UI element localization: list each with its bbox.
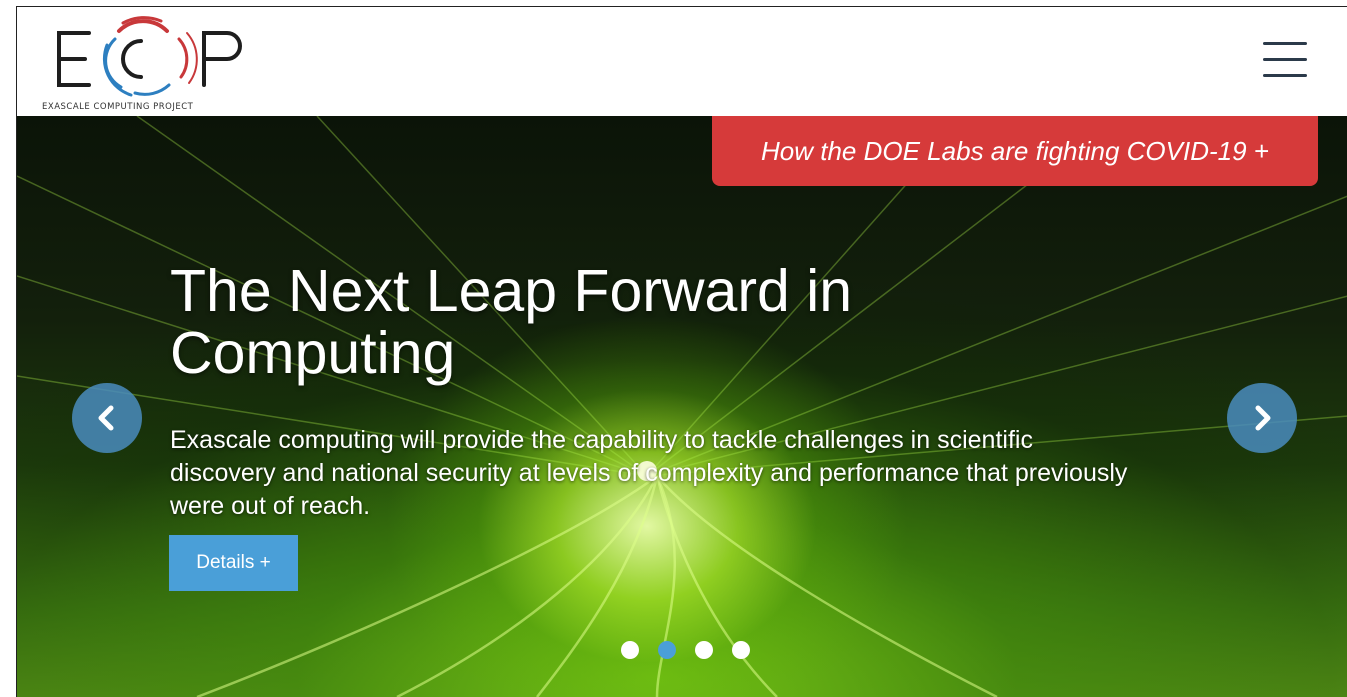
carousel-prev-button[interactable] — [72, 383, 142, 453]
chevron-left-icon — [98, 405, 114, 431]
hamburger-menu-icon[interactable] — [1263, 42, 1309, 78]
carousel-dot-2[interactable] — [658, 641, 676, 659]
chevron-right-icon — [1255, 405, 1271, 431]
details-button[interactable]: Details + — [169, 535, 298, 591]
covid-banner-link[interactable]: How the DOE Labs are fighting COVID-19 + — [712, 116, 1318, 186]
hero-description: Exascale computing will provide the capa… — [170, 426, 1128, 520]
logo-tagline: EXASCALE COMPUTING PROJECT — [42, 102, 194, 112]
page-frame: EXASCALE COMPUTING PROJECT How the DOE L… — [16, 6, 1347, 697]
hero-background-streaks — [17, 116, 1347, 697]
carousel-dot-4[interactable] — [732, 641, 750, 659]
hero-carousel: How the DOE Labs are fighting COVID-19 +… — [17, 116, 1347, 697]
ecp-logo[interactable]: EXASCALE COMPUTING PROJECT — [39, 11, 289, 113]
carousel-dot-3[interactable] — [695, 641, 713, 659]
carousel-dot-1[interactable] — [621, 641, 639, 659]
navbar: EXASCALE COMPUTING PROJECT — [17, 7, 1347, 116]
carousel-next-button[interactable] — [1227, 383, 1297, 453]
hero-headline: The Next Leap Forward in Computing — [170, 257, 853, 386]
logo-mark — [57, 16, 242, 97]
